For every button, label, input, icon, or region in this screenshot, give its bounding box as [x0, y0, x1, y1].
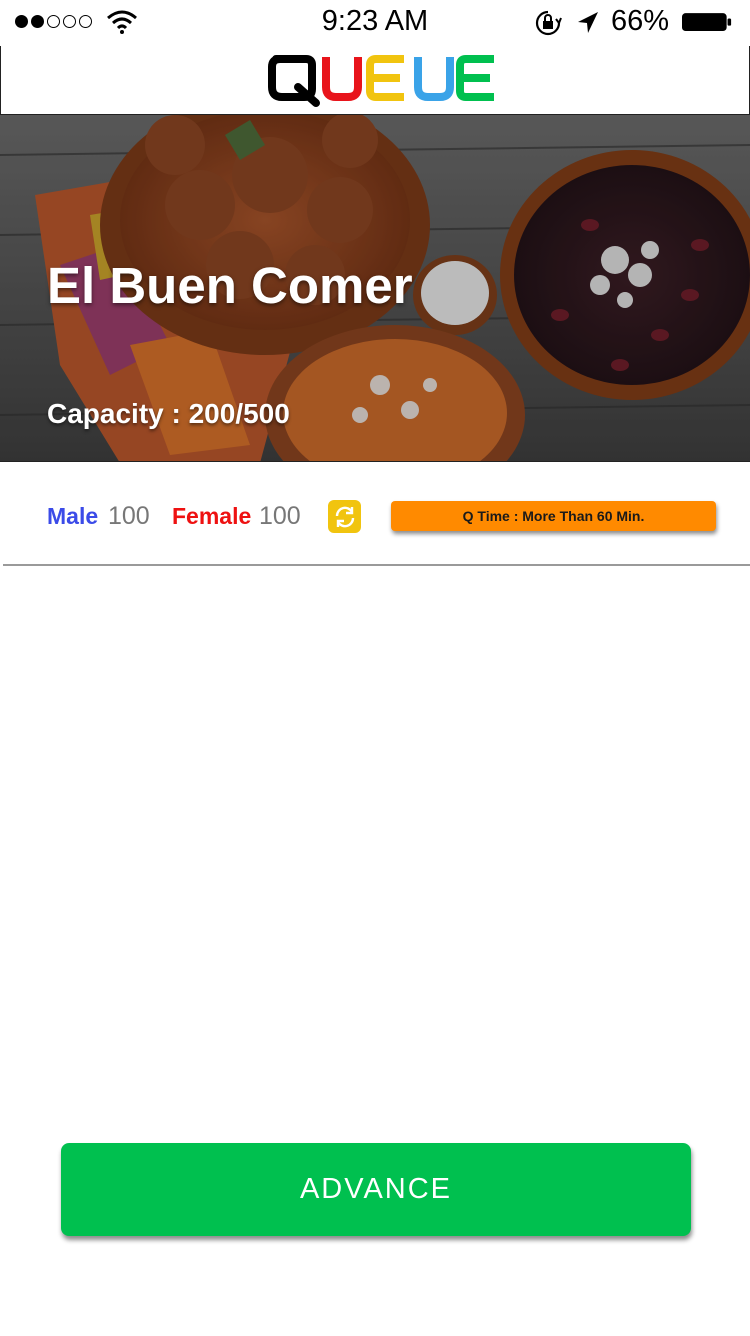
- battery-icon: [682, 13, 732, 32]
- male-count: 100: [108, 502, 150, 530]
- restaurant-name: El Buen Comer: [47, 257, 413, 314]
- queue-stats-row: Male 100 Female 100 Q Time : More Than 6…: [0, 463, 750, 565]
- refresh-button[interactable]: [328, 500, 361, 533]
- refresh-icon: [335, 506, 354, 527]
- status-bar: 9:23 AM 66%: [0, 0, 750, 46]
- male-label: Male: [47, 503, 99, 529]
- battery-percentage: 66%: [611, 5, 670, 37]
- female-count: 100: [259, 502, 301, 530]
- queue-logo: [268, 55, 494, 107]
- advance-button[interactable]: ADVANCE: [61, 1143, 691, 1236]
- capacity-text: Capacity : 200/500: [47, 398, 290, 429]
- female-label: Female: [172, 503, 252, 529]
- queue-time-badge: Q Time : More Than 60 Min.: [391, 501, 716, 531]
- divider: [3, 564, 750, 566]
- location-arrow-icon: [578, 12, 598, 33]
- rotation-lock-icon: [535, 10, 562, 36]
- app-header: [0, 46, 750, 114]
- restaurant-hero: El Buen Comer Capacity : 200/500: [0, 114, 750, 462]
